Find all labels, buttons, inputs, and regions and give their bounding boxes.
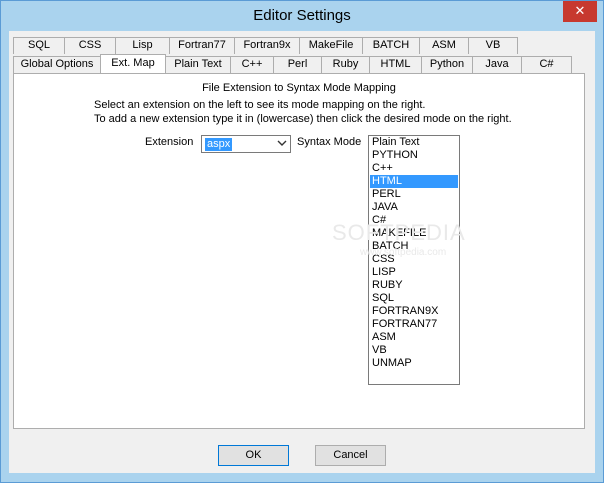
mode-list-item[interactable]: PYTHON [370, 149, 458, 162]
dialog-client: SQL CSS Lisp Fortran77 Fortran9x MakeFile BATC… [9, 31, 595, 473]
tab-batch[interactable]: BATCH [362, 37, 420, 54]
extension-value[interactable]: aspx [205, 138, 233, 151]
mode-list-item[interactable]: HTML [370, 175, 458, 188]
mode-list-item[interactable]: FORTRAN77 [370, 318, 458, 331]
window-title: Editor Settings [253, 7, 351, 24]
tab-sql[interactable]: SQL [13, 37, 65, 54]
mode-list-item[interactable]: PERL [370, 188, 458, 201]
editor-settings-window: Editor Settings ✕ SQL CSS Lisp Fortran77 For… [0, 0, 604, 483]
tab-css[interactable]: CSS [64, 37, 116, 54]
mode-list-item[interactable]: C++ [370, 162, 458, 175]
mode-list-item[interactable]: RUBY [370, 279, 458, 292]
mode-list-item[interactable]: ASM [370, 331, 458, 344]
extension-label: Extension [145, 136, 194, 148]
mode-list-item[interactable]: FORTRAN9X [370, 305, 458, 318]
panel-title: File Extension to Syntax Mode Mapping [202, 82, 396, 94]
help-text-line2: To add a new extension type it in (lower… [94, 113, 512, 125]
close-icon[interactable]: ✕ [563, 1, 597, 22]
tab-makefile[interactable]: MakeFile [299, 37, 363, 54]
tab-c[interactable]: C++ [230, 56, 274, 73]
mode-list-item[interactable]: JAVA [370, 201, 458, 214]
tab-html[interactable]: HTML [369, 56, 422, 73]
cancel-button[interactable]: Cancel [315, 445, 386, 466]
mode-list-item[interactable]: UNMAP [370, 357, 458, 370]
tab-vb[interactable]: VB [468, 37, 518, 54]
watermark-logo: SOFTPEDIA [332, 220, 466, 245]
tab-perl[interactable]: Perl [273, 56, 322, 73]
watermark-url: www.softpedia.com [360, 247, 447, 258]
mode-list-item[interactable]: LISP [370, 266, 458, 279]
tab-ruby[interactable]: Ruby [321, 56, 370, 73]
tab-ext-map[interactable]: Ext. Map [100, 54, 166, 73]
chevron-down-icon[interactable] [277, 136, 287, 153]
tab-row-lower: Global Options Ext. Map Plain Text C++ Perl R… [13, 54, 572, 73]
tab-java[interactable]: Java [472, 56, 522, 73]
tab-fortran77[interactable]: Fortran77 [169, 37, 235, 54]
tab-global-options[interactable]: Global Options [13, 56, 101, 73]
extension-combobox[interactable]: aspx [201, 135, 291, 153]
tab-python[interactable]: Python [421, 56, 473, 73]
tab-plain-text[interactable]: Plain Text [165, 56, 231, 73]
mode-list-item[interactable]: Plain Text [370, 136, 458, 149]
tab-fortran9x[interactable]: Fortran9x [234, 37, 300, 54]
ok-button[interactable]: OK [218, 445, 289, 466]
mode-list-item[interactable]: VB [370, 344, 458, 357]
syntax-mode-label: Syntax Mode [297, 136, 362, 148]
tab-lisp[interactable]: Lisp [115, 37, 170, 54]
tab-row-upper: SQL CSS Lisp Fortran77 Fortran9x MakeFile BATC… [13, 37, 518, 54]
tab-asm[interactable]: ASM [419, 37, 469, 54]
ext-map-panel: File Extension to Syntax Mode Mapping Se… [13, 73, 585, 429]
mode-list-item[interactable]: SQL [370, 292, 458, 305]
syntax-mode-list[interactable]: Plain Text PYTHON C++ HTML PERL JAVA C# MAKEFIL… [368, 135, 460, 385]
tab-c[interactable]: C# [521, 56, 572, 73]
help-text-line1: Select an extension on the left to see i… [94, 99, 426, 111]
